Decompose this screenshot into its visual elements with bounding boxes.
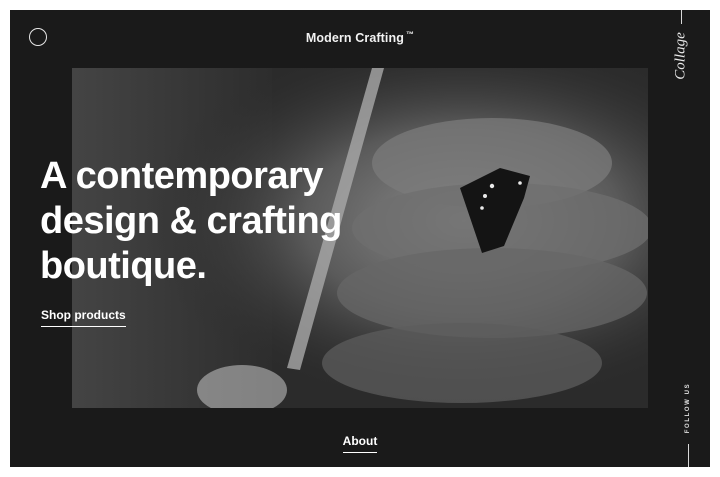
headline-line: A contemporary bbox=[40, 155, 324, 197]
headline-line: boutique. bbox=[40, 245, 207, 288]
about-link[interactable]: About bbox=[342, 434, 378, 453]
side-divider-top bbox=[681, 10, 682, 24]
trademark-mark: ™ bbox=[405, 30, 415, 39]
about-nav: About bbox=[10, 432, 710, 453]
page-frame: Modern Crafting ™ Collage A contemporary… bbox=[10, 10, 710, 467]
headline-line: design & crafting bbox=[40, 200, 342, 243]
side-divider-bottom bbox=[688, 444, 689, 467]
hero-headline: A contemporary design & crafting boutiqu… bbox=[40, 154, 400, 290]
follow-us-link[interactable]: FOLLOW US bbox=[685, 383, 691, 433]
collage-logo[interactable]: Collage bbox=[673, 32, 690, 80]
shop-products-link[interactable]: Shop products bbox=[41, 308, 126, 327]
brand-logo[interactable]: Modern Crafting ™ bbox=[10, 30, 710, 45]
brand-name: Modern Crafting bbox=[305, 31, 404, 46]
